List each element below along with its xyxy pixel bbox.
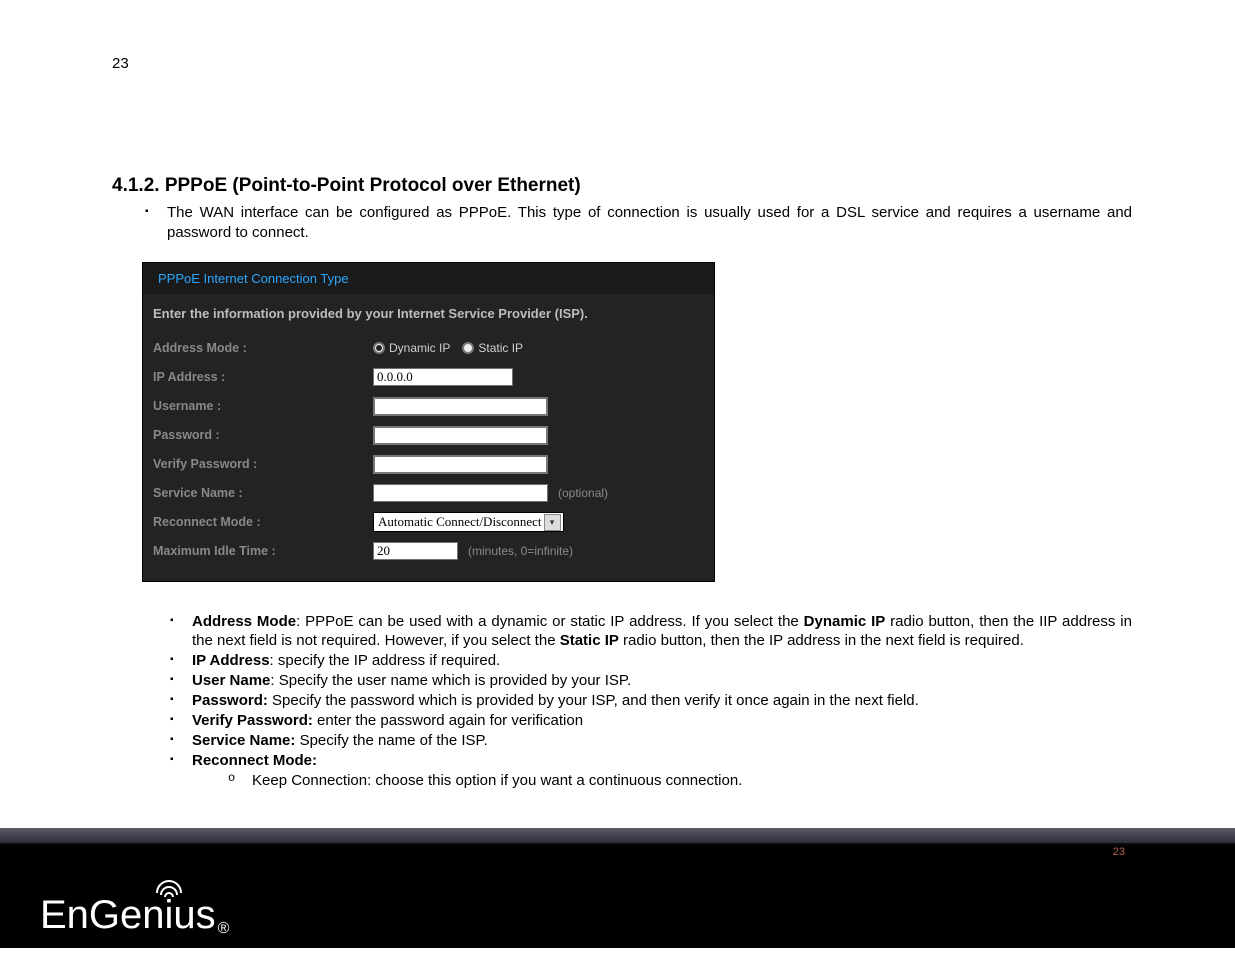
text-am-b1: Dynamic IP <box>804 613 886 630</box>
bullet-reconnect-mode: Reconnect Mode: Keep Connection: choose … <box>192 751 1132 791</box>
bullet-ip-address: IP Address: specify the IP address if re… <box>192 651 1132 671</box>
input-verify-password[interactable] <box>373 455 548 474</box>
wifi-icon <box>155 879 183 897</box>
label-verify-password: Verify Password : <box>153 457 373 471</box>
hint-max-idle: (minutes, 0=infinite) <box>468 544 573 558</box>
radio-label-static: Static IP <box>478 341 523 355</box>
bullet-label-address-mode: Address Mode <box>192 613 296 630</box>
text-am-1: : PPPoE can be used with a dynamic or st… <box>296 613 804 630</box>
footer-divider <box>0 828 1235 843</box>
section-heading: 4.1.2. PPPoE (Point-to-Point Protocol ov… <box>112 175 1132 197</box>
label-address-mode: Address Mode : <box>153 341 373 355</box>
registered-icon: ® <box>218 920 230 938</box>
text-am-b2: Static IP <box>560 632 619 649</box>
radio-label-dynamic: Dynamic IP <box>389 341 450 355</box>
bullet-label-sn: Service Name: <box>192 732 295 749</box>
bullet-label-vpw: Verify Password: <box>192 712 313 729</box>
label-max-idle: Maximum Idle Time : <box>153 544 373 558</box>
input-ip-address[interactable] <box>373 368 513 386</box>
bullet-label-ip: IP Address <box>192 652 270 669</box>
label-service-name: Service Name : <box>153 486 373 500</box>
input-username[interactable] <box>373 397 548 416</box>
bullet-verify-password: Verify Password: enter the password agai… <box>192 711 1132 731</box>
label-username: Username : <box>153 399 373 413</box>
radio-dynamic-ip[interactable] <box>373 342 385 354</box>
hint-service-name: (optional) <box>558 486 608 500</box>
chevron-down-icon: ▾ <box>544 514 561 531</box>
select-reconnect-mode[interactable]: Automatic Connect/Disconnect ▾ <box>373 512 564 532</box>
bullet-text-vpw: enter the password again for verificatio… <box>313 712 583 729</box>
subbullet-keep-connection: Keep Connection: choose this option if y… <box>252 771 1132 791</box>
bullet-user-name: User Name: Specify the user name which i… <box>192 671 1132 691</box>
page-number-footer: 23 <box>1113 846 1125 858</box>
page-number-top: 23 <box>112 55 129 72</box>
label-password: Password : <box>153 428 373 442</box>
brand-logo: EnGeni us® <box>40 893 229 938</box>
panel-description: Enter the information provided by your I… <box>153 306 704 321</box>
text-am-3: radio button, then the IP address in the… <box>619 632 1024 649</box>
logo-text-a: EnGen <box>40 893 165 938</box>
bullet-password: Password: Specify the password which is … <box>192 691 1132 711</box>
config-panel: PPPoE Internet Connection Type Enter the… <box>142 262 715 582</box>
panel-title: PPPoE Internet Connection Type <box>143 263 714 294</box>
bullet-label-rm: Reconnect Mode: <box>192 752 317 769</box>
select-reconnect-value: Automatic Connect/Disconnect <box>378 514 542 530</box>
input-service-name[interactable] <box>373 484 548 502</box>
bullet-text-pw: Specify the password which is provided b… <box>268 692 919 709</box>
logo-text-b: us <box>173 893 215 938</box>
input-password[interactable] <box>373 426 548 445</box>
bullet-label-pw: Password: <box>192 692 268 709</box>
label-ip-address: IP Address : <box>153 370 373 384</box>
bullet-text-sn: Specify the name of the ISP. <box>295 732 487 749</box>
bullet-address-mode: Address Mode: PPPoE can be used with a d… <box>192 612 1132 652</box>
label-reconnect-mode: Reconnect Mode : <box>153 515 373 529</box>
intro-text: The WAN interface can be configured as P… <box>167 203 1132 244</box>
bullet-text-user: : Specify the user name which is provide… <box>270 672 631 689</box>
input-max-idle[interactable] <box>373 542 458 560</box>
bullet-service-name: Service Name: Specify the name of the IS… <box>192 731 1132 751</box>
bullet-text-ip: : specify the IP address if required. <box>270 652 501 669</box>
logo-i: i <box>165 893 174 938</box>
bullet-label-user: User Name <box>192 672 270 689</box>
radio-static-ip[interactable] <box>462 342 474 354</box>
page-footer: 23 EnGeni us® <box>0 828 1235 948</box>
